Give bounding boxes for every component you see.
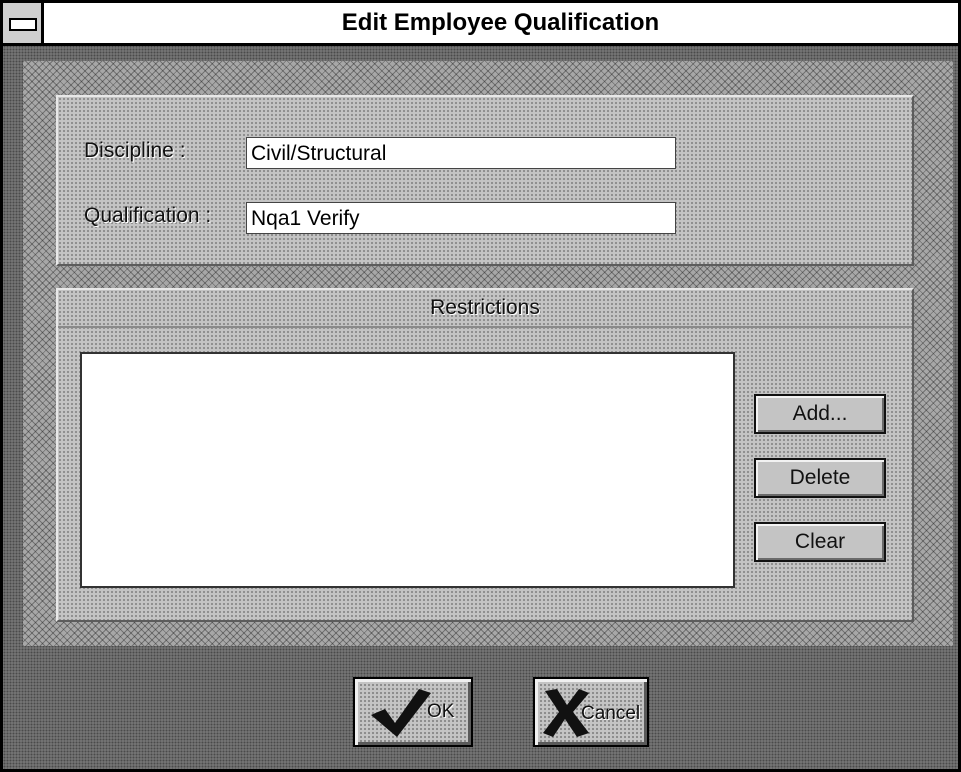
restrictions-header: Restrictions	[58, 290, 912, 328]
discipline-label: Discipline :	[84, 139, 186, 162]
ok-label: OK	[427, 701, 455, 722]
qualification-field[interactable]: Nqa1 Verify	[246, 202, 676, 234]
restrictions-list[interactable]	[80, 352, 735, 588]
window-title: Edit Employee Qualification	[341, 9, 660, 36]
delete-button[interactable]: Delete	[754, 458, 886, 498]
system-menu-icon[interactable]	[3, 3, 44, 43]
ok-button[interactable]: OK	[353, 677, 473, 747]
add-button[interactable]: Add...	[754, 394, 886, 434]
edit-employee-qualification-dialog: Edit Employee Qualification Discipline :…	[0, 0, 961, 772]
qualification-panel: Discipline : Civil/Structural Qualificat…	[56, 95, 914, 266]
cancel-button[interactable]: Cancel	[533, 677, 649, 747]
restrictions-panel: Restrictions Add... Delete Clear	[56, 288, 914, 622]
cancel-label: Cancel	[581, 703, 641, 724]
qualification-label: Qualification :	[84, 204, 212, 227]
discipline-field[interactable]: Civil/Structural	[246, 137, 676, 169]
title-bar[interactable]: Edit Employee Qualification	[3, 3, 958, 46]
dialog-client-area: Discipline : Civil/Structural Qualificat…	[23, 61, 953, 646]
clear-button[interactable]: Clear	[754, 522, 886, 562]
